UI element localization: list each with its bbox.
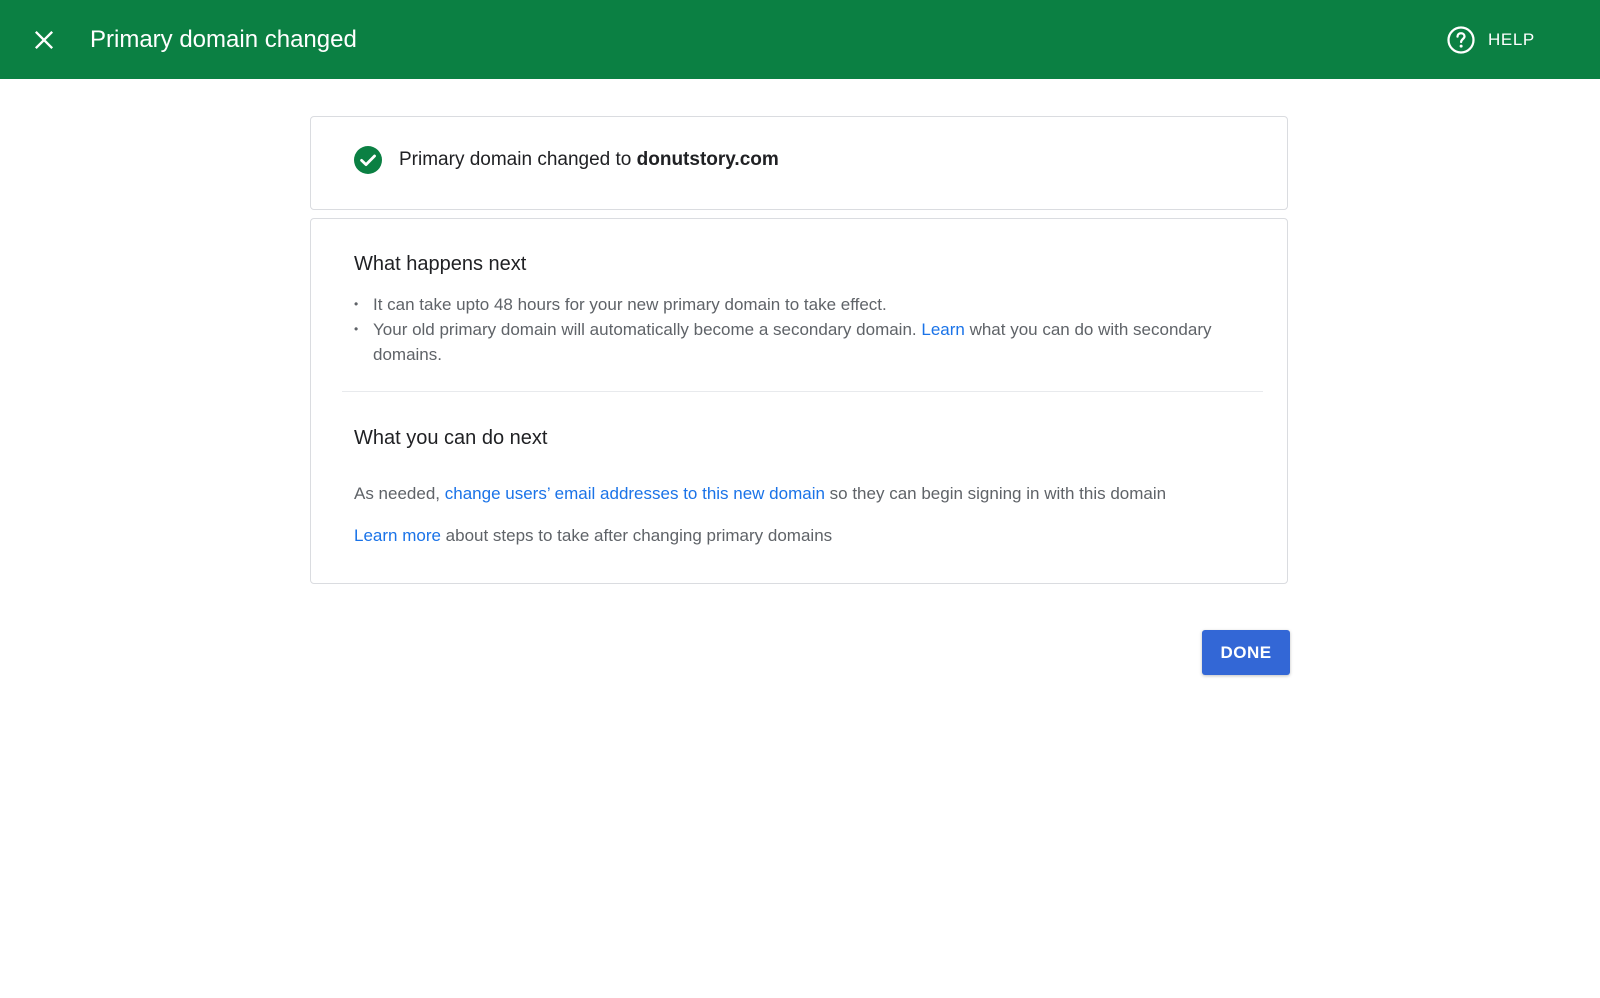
close-button[interactable]: [26, 22, 62, 58]
status-message: Primary domain changed to donutstory.com: [354, 146, 779, 174]
status-text: Primary domain changed to donutstory.com: [399, 149, 779, 171]
help-button[interactable]: HELP: [1446, 22, 1535, 58]
done-button[interactable]: DONE: [1202, 630, 1290, 675]
change-email-addresses-link[interactable]: change users’ email addresses to this ne…: [445, 484, 825, 503]
learn-secondary-domains-link[interactable]: Learn: [921, 320, 964, 339]
bullet-text-before: Your old primary domain will automatical…: [373, 320, 922, 339]
status-card: Primary domain changed to donutstory.com: [310, 116, 1288, 210]
what-happens-next-list: It can take upto 48 hours for your new p…: [354, 292, 1254, 367]
change-emails-paragraph: As needed, change users’ email addresses…: [354, 482, 1166, 506]
divider: [342, 391, 1263, 392]
new-primary-domain: donutstory.com: [636, 149, 779, 170]
info-card: What happens next It can take upto 48 ho…: [310, 218, 1288, 584]
check-circle-icon: [354, 146, 382, 174]
learn-more-link[interactable]: Learn more: [354, 526, 441, 545]
bullet-text: It can take upto 48 hours for your new p…: [373, 295, 887, 314]
close-icon: [34, 30, 54, 50]
status-text-prefix: Primary domain changed to: [399, 149, 637, 170]
page-title: Primary domain changed: [90, 26, 357, 53]
paragraph-text-after: so they can begin signing in with this d…: [824, 484, 1167, 503]
what-you-can-do-next-heading: What you can do next: [354, 427, 548, 449]
paragraph-text-after: about steps to take after changing prima…: [440, 526, 833, 545]
paragraph-text-before: As needed,: [354, 484, 445, 503]
top-app-bar: Primary domain changed HELP: [0, 0, 1600, 79]
help-label: HELP: [1488, 30, 1535, 49]
help-circle-icon: [1447, 26, 1475, 54]
what-happens-next-heading: What happens next: [354, 253, 527, 275]
list-item: Your old primary domain will automatical…: [354, 317, 1254, 367]
learn-more-paragraph: Learn more about steps to take after cha…: [354, 524, 832, 548]
list-item: It can take upto 48 hours for your new p…: [354, 292, 1254, 317]
